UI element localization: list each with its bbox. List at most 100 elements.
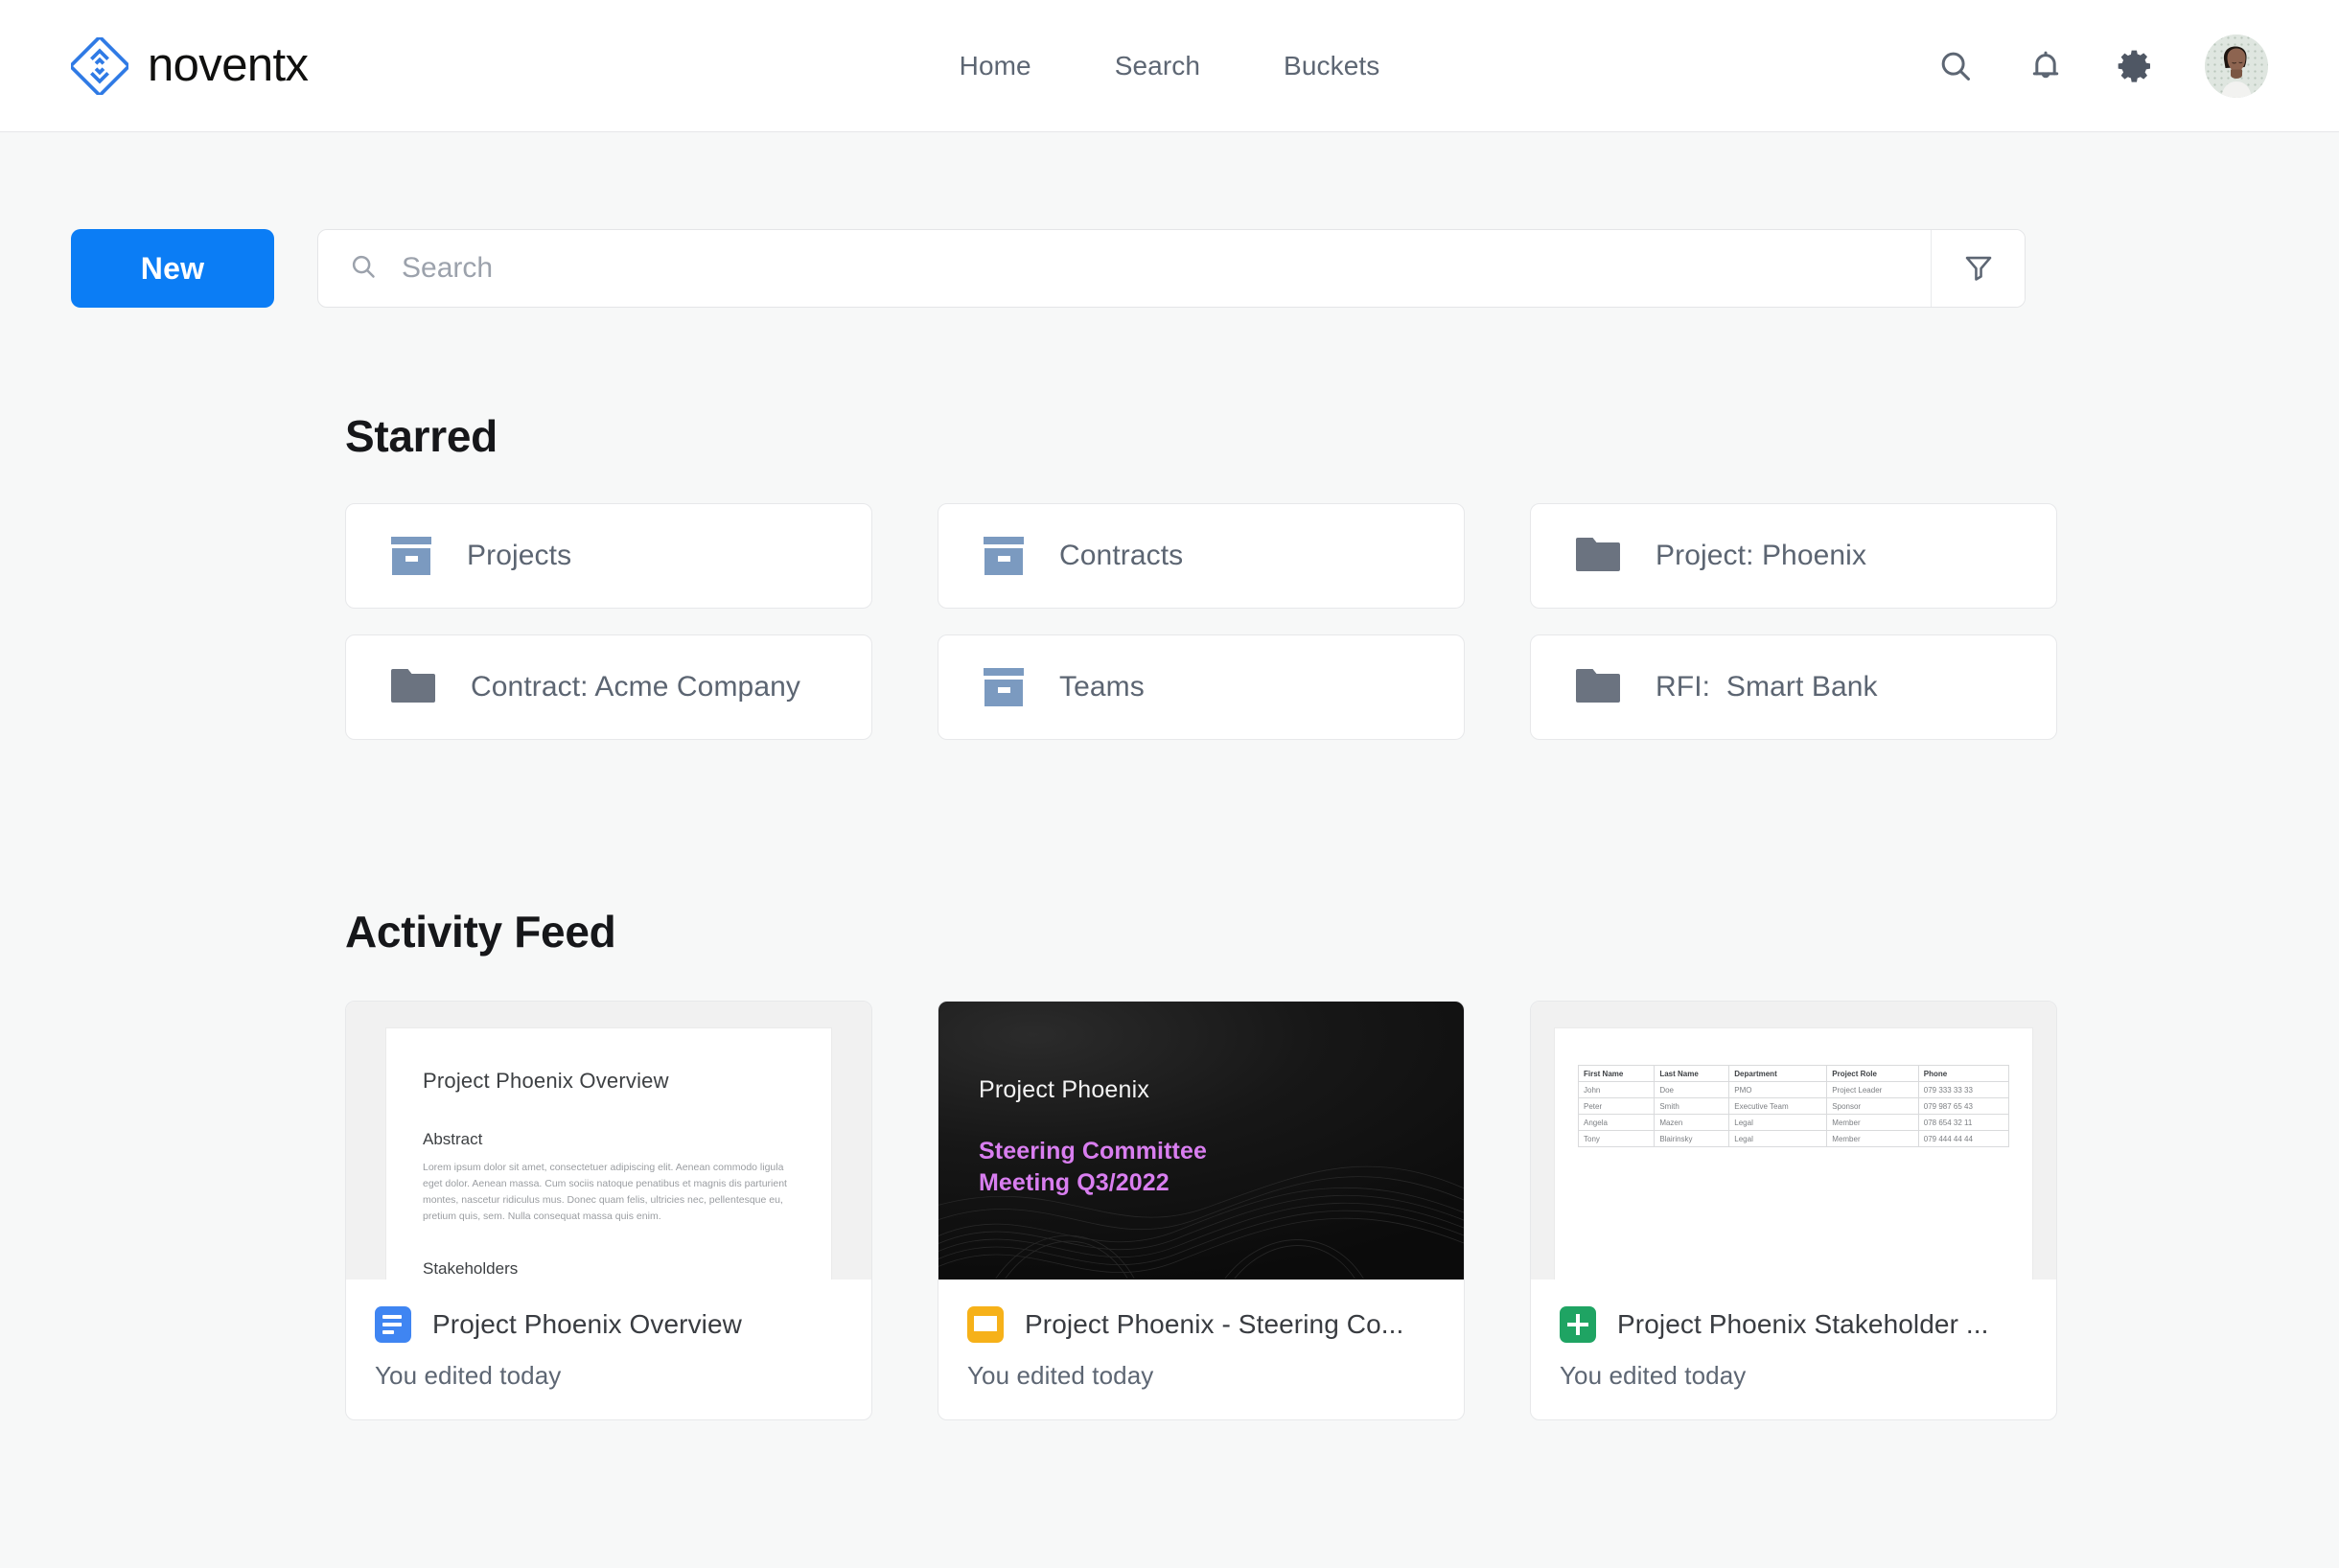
card-title: Project Phoenix Overview (432, 1309, 742, 1339)
card-title: Project Phoenix Stakeholder ... (1617, 1309, 1989, 1339)
document-thumbnail: Project Phoenix Overview Abstract Lorem … (346, 1002, 871, 1280)
top-bar-actions (1934, 34, 2268, 98)
main-nav: Home Search Buckets (960, 51, 1380, 81)
card-footer: Project Phoenix - Steering Co... You edi… (938, 1280, 1464, 1419)
stakeholder-table: First Name Last Name Department Project … (1577, 1065, 2010, 1147)
gear-icon[interactable] (2115, 45, 2157, 87)
google-slides-icon (967, 1306, 1004, 1343)
table-row: John Doe PMO Project Leader 079 333 33 3… (1577, 1081, 2010, 1098)
card-subtitle: You edited today (1560, 1361, 1747, 1390)
filter-button[interactable] (1932, 230, 2025, 307)
starred-tile-label: RFI: Smart Bank (1656, 671, 1878, 703)
starred-tile-label: Contracts (1059, 540, 1184, 571)
table-cell: Project Leader (1826, 1081, 1919, 1098)
nav-link-search[interactable]: Search (1115, 51, 1200, 81)
doc-thumb-section2: Stakeholders (423, 1259, 519, 1278)
table-cell: Peter (1577, 1097, 1656, 1115)
doc-thumb-body: Lorem ipsum dolor sit amet, consectetuer… (423, 1162, 787, 1222)
table-cell: 078 654 32 11 (1917, 1114, 2010, 1131)
table-cell: 079 444 44 44 (1917, 1130, 2010, 1147)
table-row: Angela Mazen Legal Member 078 654 32 11 (1577, 1114, 2010, 1131)
activity-feed-title: Activity Feed (345, 907, 616, 957)
table-column-header: Project Role (1826, 1065, 1919, 1082)
table-cell: Member (1826, 1130, 1919, 1147)
table-cell: Mazen (1654, 1114, 1730, 1131)
folder-icon (1576, 667, 1620, 708)
activity-card-slide[interactable]: Project Phoenix Steering Committee Meeti… (938, 1001, 1465, 1420)
table-cell: Executive Team (1728, 1097, 1828, 1115)
table-cell: 079 987 65 43 (1917, 1097, 2010, 1115)
table-header-row: First Name Last Name Department Project … (1577, 1065, 2010, 1082)
table-column-header: Department (1728, 1065, 1828, 1082)
slide-thumb-subtitle-line2: Meeting Q3/2022 (979, 1169, 1170, 1197)
card-subtitle: You edited today (375, 1361, 562, 1390)
table-cell: Member (1826, 1114, 1919, 1131)
card-title: Project Phoenix - Steering Co... (1025, 1309, 1404, 1339)
doc-thumb-heading: Project Phoenix Overview (423, 1069, 669, 1093)
bucket-icon (984, 668, 1024, 706)
search-field[interactable] (318, 230, 1932, 307)
starred-tile-project-phoenix[interactable]: Project: Phoenix (1530, 503, 2057, 609)
table-cell: Legal (1728, 1114, 1828, 1131)
starred-grid: Projects Contracts Project: Phoenix Cont… (345, 503, 2268, 740)
starred-tile-label: Project: Phoenix (1656, 540, 1867, 571)
brand[interactable]: noventx (71, 36, 309, 95)
folder-icon (1576, 536, 1620, 577)
starred-tile-rfi-smart-bank[interactable]: RFI: Smart Bank (1530, 634, 2057, 740)
table-cell: Legal (1728, 1130, 1828, 1147)
noventx-diamond-logo-icon (71, 36, 128, 95)
nav-link-home[interactable]: Home (960, 51, 1031, 81)
table-cell: Smith (1654, 1097, 1730, 1115)
bucket-icon (984, 537, 1024, 575)
starred-tile-label: Contract: Acme Company (471, 671, 801, 703)
slide-thumb-title: Project Phoenix (979, 1076, 1150, 1103)
table-row: Peter Smith Executive Team Sponsor 079 9… (1577, 1097, 2010, 1115)
table-cell: Tony (1577, 1130, 1656, 1147)
table-cell: Doe (1654, 1081, 1730, 1098)
slide-thumbnail: Project Phoenix Steering Committee Meeti… (938, 1002, 1464, 1280)
starred-tile-contracts[interactable]: Contracts (938, 503, 1465, 609)
search-icon[interactable] (1934, 45, 1977, 87)
filter-funnel-icon (1962, 251, 1995, 287)
starred-tile-projects[interactable]: Projects (345, 503, 872, 609)
activity-feed-grid: Project Phoenix Overview Abstract Lorem … (345, 1001, 2268, 1420)
top-bar: noventx Home Search Buckets (0, 0, 2339, 132)
card-footer: Project Phoenix Overview You edited toda… (346, 1280, 871, 1419)
table-cell: Sponsor (1826, 1097, 1919, 1115)
card-subtitle: You edited today (967, 1361, 1154, 1390)
bell-icon[interactable] (2025, 45, 2067, 87)
table-cell: Blairinsky (1654, 1130, 1730, 1147)
action-toolbar: New (71, 229, 2268, 308)
table-column-header: Last Name (1654, 1065, 1730, 1082)
starred-section: Starred Projects Contracts Project: Phoe… (71, 410, 2268, 740)
google-docs-icon (375, 1306, 411, 1343)
activity-feed-section: Activity Feed Project Phoenix Overview A… (71, 906, 2268, 1420)
search-icon (349, 252, 378, 286)
starred-title: Starred (345, 411, 498, 461)
activity-card-spreadsheet[interactable]: First Name Last Name Department Project … (1530, 1001, 2057, 1420)
search-input[interactable] (402, 230, 1931, 307)
card-footer: Project Phoenix Stakeholder ... You edit… (1531, 1280, 2056, 1419)
brand-name: noventx (148, 39, 309, 91)
starred-tile-label: Teams (1059, 671, 1145, 703)
slide-thumb-subtitle-line1: Steering Committee (979, 1138, 1207, 1164)
nav-link-buckets[interactable]: Buckets (1284, 51, 1379, 81)
doc-thumb-section1: Abstract (423, 1130, 483, 1148)
new-button[interactable]: New (71, 229, 274, 308)
avatar[interactable] (2205, 34, 2268, 98)
table-cell: 079 333 33 33 (1917, 1081, 2010, 1098)
table-cell: Angela (1577, 1114, 1656, 1131)
starred-tile-teams[interactable]: Teams (938, 634, 1465, 740)
table-column-header: Phone (1917, 1065, 2010, 1082)
page-content: New Starred (0, 229, 2339, 1420)
table-row: Tony Blairinsky Legal Member 079 444 44 … (1577, 1130, 2010, 1147)
bucket-icon (391, 537, 431, 575)
search-bar (317, 229, 2026, 308)
starred-tile-contract-acme-company[interactable]: Contract: Acme Company (345, 634, 872, 740)
table-cell: John (1577, 1081, 1656, 1098)
google-sheets-icon (1560, 1306, 1596, 1343)
table-cell: PMO (1728, 1081, 1828, 1098)
activity-card-document[interactable]: Project Phoenix Overview Abstract Lorem … (345, 1001, 872, 1420)
table-column-header: First Name (1577, 1065, 1656, 1082)
starred-tile-label: Projects (467, 540, 572, 571)
